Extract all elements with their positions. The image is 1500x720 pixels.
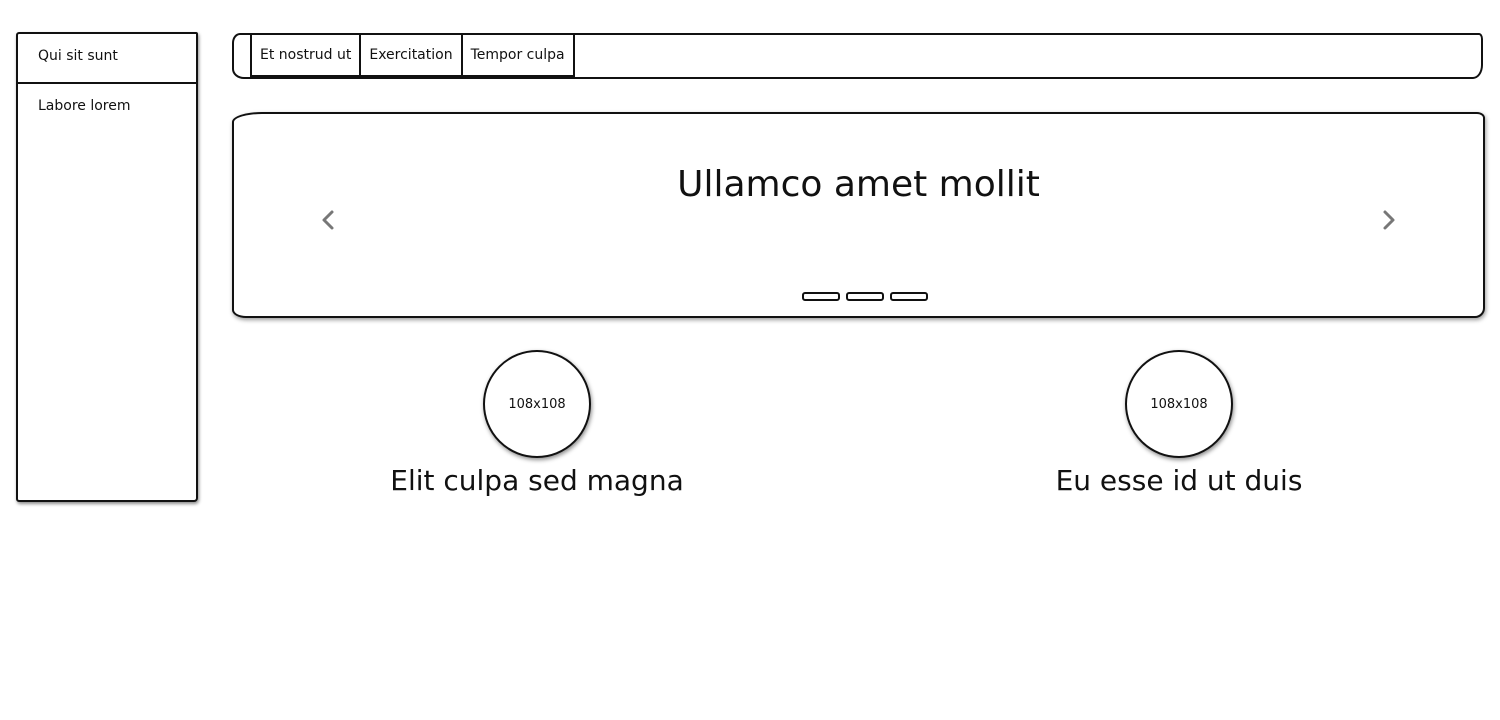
tab-bar: Et nostrud ut Exercitation Tempor culpa <box>232 33 1483 79</box>
tab-et-nostrud-ut[interactable]: Et nostrud ut <box>250 35 362 77</box>
page: Qui sit sunt Labore lorem Et nostrud ut … <box>0 0 1500 720</box>
carousel-indicators <box>802 292 928 301</box>
carousel-indicator[interactable] <box>846 292 884 301</box>
carousel: Ullamco amet mollit <box>232 112 1485 318</box>
feature-block: 108x108 Eu esse id ut duis <box>999 350 1359 497</box>
sidebar-item-label: Labore lorem <box>38 98 131 114</box>
feature-block: 108x108 Elit culpa sed magna <box>357 350 717 497</box>
sidebar-item-qui-sit-sunt[interactable]: Qui sit sunt <box>18 34 196 84</box>
chevron-right-icon[interactable] <box>1379 208 1399 232</box>
image-placeholder-label: 108x108 <box>1150 396 1208 412</box>
carousel-indicator[interactable] <box>890 292 928 301</box>
carousel-title: Ullamco amet mollit <box>677 164 1040 205</box>
feature-title: Elit culpa sed magna <box>390 464 684 497</box>
image-placeholder-label: 108x108 <box>508 396 566 412</box>
tab-exercitation[interactable]: Exercitation <box>359 35 463 77</box>
image-placeholder: 108x108 <box>483 350 591 458</box>
tabs: Et nostrud ut Exercitation Tempor culpa <box>250 35 575 77</box>
chevron-left-icon[interactable] <box>318 208 338 232</box>
sidebar: Qui sit sunt Labore lorem <box>16 32 198 502</box>
sidebar-item-label: Qui sit sunt <box>38 48 118 64</box>
tab-tempor-culpa[interactable]: Tempor culpa <box>460 35 575 77</box>
feature-title: Eu esse id ut duis <box>1055 464 1303 497</box>
carousel-indicator[interactable] <box>802 292 840 301</box>
image-placeholder: 108x108 <box>1125 350 1233 458</box>
sidebar-item-labore-lorem[interactable]: Labore lorem <box>18 84 196 134</box>
